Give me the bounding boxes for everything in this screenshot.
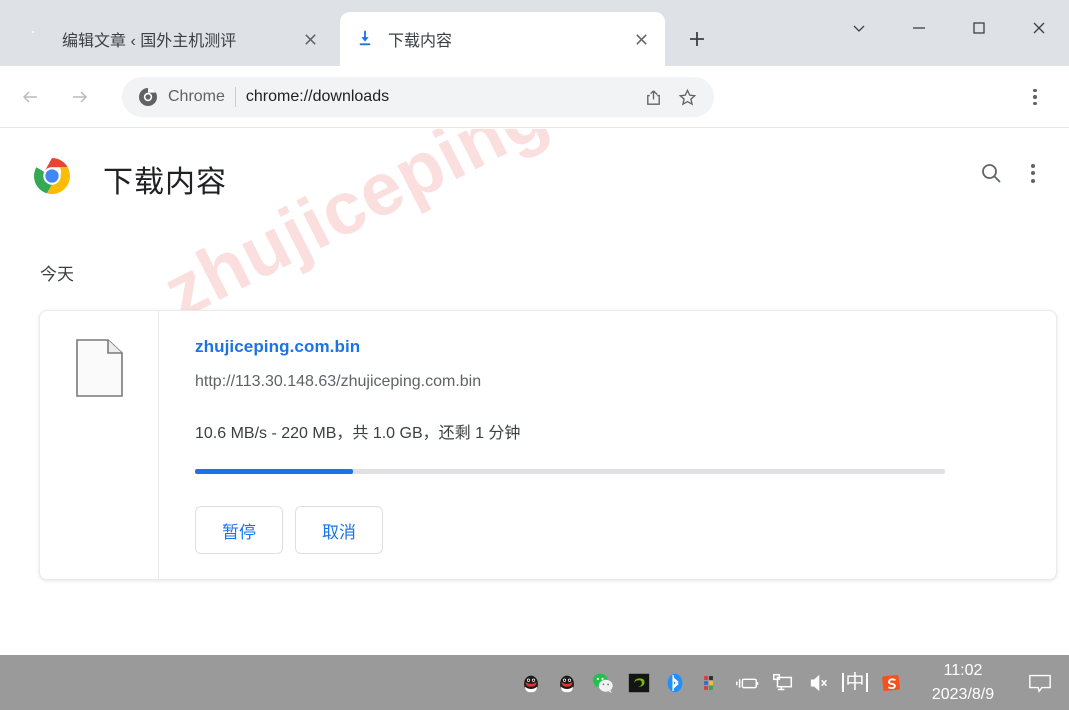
tab-active[interactable]: 下载内容 [340,12,665,66]
tab-title: 编辑文章 ‹ 国外主机测评 [62,33,237,50]
back-arrow-icon[interactable] [10,77,50,117]
omnibox-separator [234,87,236,107]
download-progress-fill [195,469,353,474]
qq-icon[interactable] [513,663,549,703]
clock-time: 11:02 [943,662,983,680]
maximize-icon[interactable] [949,2,1009,54]
downloads-page: zhujiceping.com 下载内容 今天 zhujiceping.com.… [0,129,1069,655]
download-item-card: zhujiceping.com.bin http://113.30.148.63… [39,310,1057,580]
minimize-icon[interactable] [889,2,949,54]
address-bar[interactable]: Chrome chrome://downloads [122,77,714,117]
chrome-logo [33,157,71,195]
omnibox-scheme-label: Chrome [168,88,225,105]
watermark: zhujiceping.com [150,129,719,334]
download-progress-bar [195,469,945,474]
chevron-down-icon[interactable] [829,2,889,54]
pause-button[interactable]: 暂停 [195,506,283,554]
window-controls [829,2,1069,54]
star-icon[interactable] [670,80,704,114]
notification-bubble-icon[interactable] [1011,663,1069,703]
three-dot-menu-icon[interactable] [1015,77,1055,117]
download-icon [356,29,376,49]
tab-title: 下载内容 [388,33,453,50]
download-source-url: http://113.30.148.63/zhujiceping.com.bin [195,373,482,390]
file-icon-column [40,311,159,579]
search-icon[interactable] [977,159,1005,187]
omnibox-actions [636,80,704,114]
taskbar-clock[interactable]: 11:02 2023/8/9 [915,659,1011,705]
browser-window: 编辑文章 ‹ 国外主机测评 下载内容 Chrome chrome://downl… [0,0,1069,655]
share-icon[interactable] [636,80,670,114]
volume-mute-icon[interactable] [801,663,837,703]
ime-indicator[interactable]: 中 [837,663,873,703]
close-icon[interactable] [627,25,655,53]
download-actions: 暂停 取消 [195,506,1056,554]
cancel-button[interactable]: 取消 [295,506,383,554]
seal-favicon [30,29,50,49]
download-details: zhujiceping.com.bin http://113.30.148.63… [159,311,1056,579]
page-header-actions [977,159,1035,187]
close-icon[interactable] [1009,2,1069,54]
tab-strip: 编辑文章 ‹ 国外主机测评 下载内容 [0,0,1069,66]
wechat-icon[interactable] [585,663,621,703]
battery-charging-icon[interactable] [729,663,765,703]
document-file-icon [75,339,123,402]
day-heading: 今天 [40,265,74,284]
browser-toolbar: Chrome chrome://downloads [0,66,1069,128]
page-title: 下载内容 [103,166,227,199]
sogou-input-icon[interactable] [873,663,909,703]
download-filename-link[interactable]: zhujiceping.com.bin [195,337,360,356]
bluetooth-icon[interactable] [657,663,693,703]
chrome-icon [138,87,158,107]
clock-date: 2023/8/9 [931,685,995,703]
three-dot-menu-icon[interactable] [1031,163,1035,183]
color-grid-icon[interactable] [693,663,729,703]
forward-arrow-icon[interactable] [60,77,100,117]
display-icon[interactable] [765,663,801,703]
new-tab-button[interactable] [680,22,714,56]
windows-taskbar: 中 11:02 2023/8/9 [0,655,1069,710]
qq-icon[interactable] [549,663,585,703]
nvidia-icon[interactable] [621,663,657,703]
system-tray: 中 11:02 2023/8/9 [513,659,1069,705]
download-status-text: 10.6 MB/s - 220 MB，共 1.0 GB，还剩 1 分钟 [195,425,521,442]
close-icon[interactable] [296,25,324,53]
tab-inactive[interactable]: 编辑文章 ‹ 国外主机测评 [14,12,334,66]
ime-label: 中 [842,673,868,692]
omnibox-url[interactable]: chrome://downloads [246,88,389,106]
